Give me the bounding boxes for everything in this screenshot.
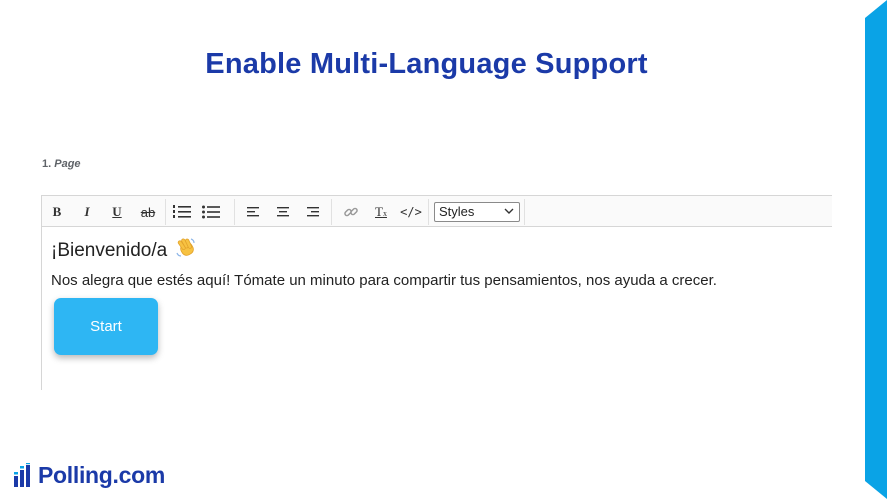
align-right-icon: [307, 207, 319, 217]
strikethrough-button[interactable]: ab: [138, 202, 158, 222]
page-number: 1.: [42, 158, 52, 170]
code-icon: </>: [400, 205, 422, 219]
link-button[interactable]: [342, 202, 360, 222]
slide-title: Enable Multi-Language Support: [205, 48, 648, 80]
brand-name: Polling.com: [38, 461, 166, 488]
toolbar-separator: [234, 199, 235, 225]
welcome-message: Nos alegra que estés aquí! Tómate un min…: [51, 272, 717, 289]
clear-format-button[interactable]: Tx: [373, 202, 389, 222]
start-button[interactable]: Start: [54, 298, 158, 355]
page-name: Page: [54, 158, 81, 170]
underline-button[interactable]: U: [110, 202, 124, 222]
right-accent-bar: [865, 0, 887, 499]
styles-dropdown[interactable]: Styles: [434, 202, 520, 222]
align-left-button[interactable]: [246, 202, 260, 222]
align-right-button[interactable]: [306, 202, 320, 222]
clear-format-letter: T: [375, 204, 383, 219]
link-icon: [344, 207, 358, 217]
bold-button[interactable]: B: [50, 202, 64, 222]
rich-text-editor[interactable]: B I U ab Tx </> Styles ¡Bienvenido/a Nos…: [41, 195, 832, 390]
align-left-icon: [247, 207, 259, 217]
clear-format-sub: x: [382, 209, 387, 218]
toolbar-separator: [165, 199, 166, 225]
styles-dropdown-value: Styles: [439, 204, 475, 219]
italic-button[interactable]: I: [80, 202, 94, 222]
toolbar-separator: [331, 199, 332, 225]
editor-content[interactable]: ¡Bienvenido/a Nos alegra que estés aquí!…: [51, 237, 821, 355]
align-center-button[interactable]: [276, 202, 290, 222]
greeting-line: ¡Bienvenido/a: [51, 237, 821, 263]
clear-format-icon: Tx: [375, 204, 387, 220]
bullet-list-icon: [202, 205, 220, 219]
waving-hand-icon: [176, 238, 195, 257]
greeting-text: ¡Bienvenido/a: [51, 240, 168, 261]
chevron-down-icon: [504, 208, 514, 214]
toolbar-separator: [428, 199, 429, 225]
logo-mark-icon: [14, 463, 30, 487]
polling-logo: Polling.com: [14, 460, 165, 490]
editor-toolbar: B I U ab Tx </> Styles: [42, 195, 832, 227]
toolbar-separator: [524, 199, 525, 225]
page-label: 1. Page: [42, 158, 81, 170]
ordered-list-icon: [173, 205, 191, 218]
code-button[interactable]: </>: [398, 202, 424, 222]
bullet-list-button[interactable]: [201, 202, 221, 222]
ordered-list-button[interactable]: [172, 202, 192, 222]
align-center-icon: [277, 207, 289, 217]
